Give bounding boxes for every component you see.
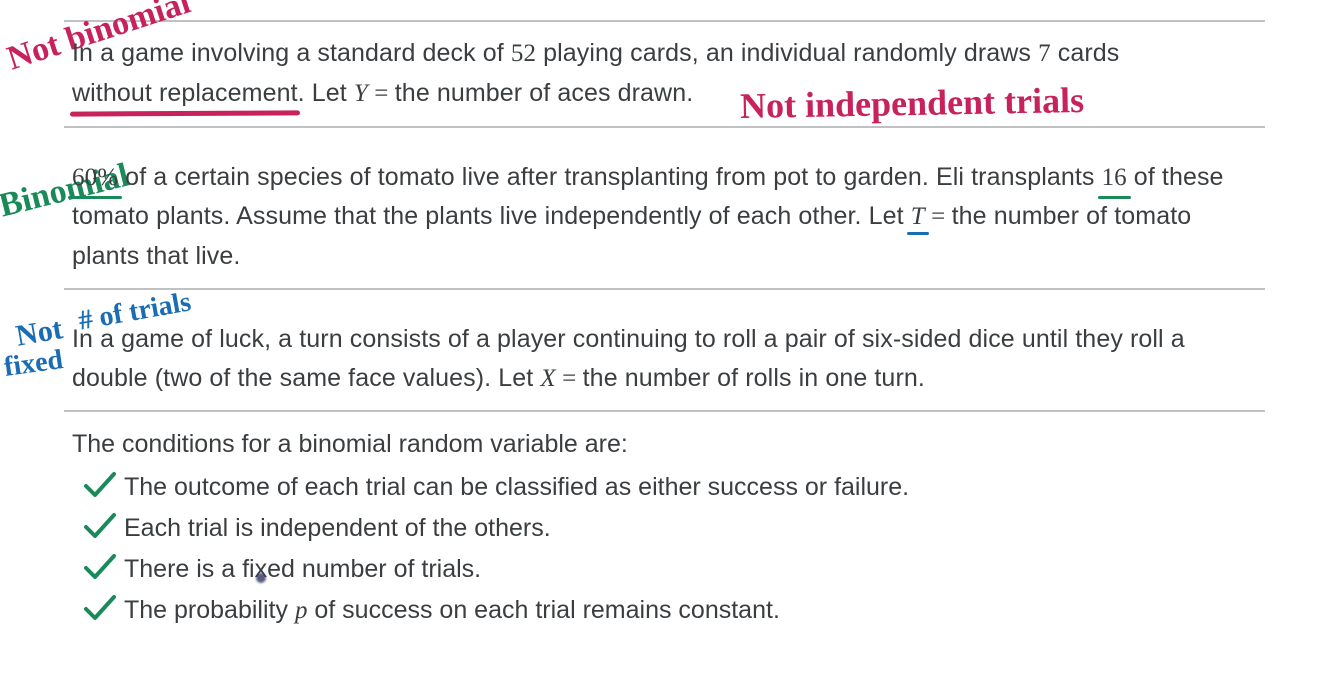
rule bbox=[64, 288, 1265, 290]
problem-1: In a game involving a standard deck of 5… bbox=[64, 22, 1265, 126]
text: . Let bbox=[298, 79, 354, 107]
text: The probability bbox=[124, 596, 295, 624]
check-icon bbox=[84, 594, 116, 622]
math-var: Y bbox=[354, 80, 368, 107]
equals: = bbox=[925, 203, 952, 230]
check-icon bbox=[84, 512, 116, 540]
text: of a certain species of tomato live afte… bbox=[118, 163, 1101, 191]
annotation-fixed: fixed bbox=[2, 344, 65, 384]
text: the number of rolls in one turn. bbox=[583, 364, 925, 392]
worksheet-page: Not binomial Not independent trials Bino… bbox=[0, 0, 1329, 699]
list-item: Each trial is independent of the others. bbox=[124, 508, 1265, 549]
equals: = bbox=[556, 365, 583, 392]
math-var: X bbox=[540, 365, 555, 392]
text: the number of aces drawn. bbox=[395, 79, 694, 107]
percent: 60% bbox=[72, 159, 118, 198]
number: 7 bbox=[1038, 40, 1051, 67]
text: x bbox=[255, 555, 268, 584]
text: ed number of trials. bbox=[267, 555, 481, 583]
number: 16 bbox=[1102, 159, 1127, 198]
text: In a game involving a standard deck of bbox=[72, 39, 511, 67]
conditions-intro: The conditions for a binomial random var… bbox=[64, 412, 1265, 467]
check-icon bbox=[84, 553, 116, 581]
list-item: There is a fixed number of trials. bbox=[124, 549, 1265, 590]
underlined-text: without replacement bbox=[72, 74, 298, 113]
annotation-not: Not bbox=[13, 312, 65, 354]
text: There is a fi bbox=[124, 555, 255, 583]
conditions-list: The outcome of each trial can be classif… bbox=[64, 467, 1265, 631]
text: cards bbox=[1051, 39, 1120, 67]
text: of success on each trial remains constan… bbox=[307, 596, 779, 624]
text: playing cards, an individual randomly dr… bbox=[536, 39, 1038, 67]
text: The outcome of each trial can be classif… bbox=[124, 473, 909, 501]
rule bbox=[64, 126, 1265, 128]
text: Each trial is independent of the others. bbox=[124, 514, 551, 542]
equals: = bbox=[368, 80, 395, 107]
list-item: The probability p of success on each tri… bbox=[124, 590, 1265, 631]
math-var: p bbox=[295, 597, 308, 624]
number: 52 bbox=[511, 40, 536, 67]
check-icon bbox=[84, 471, 116, 499]
problem-2: 60% of a certain species of tomato live … bbox=[64, 146, 1265, 288]
problem-3: In a game of luck, a turn consists of a … bbox=[64, 308, 1265, 411]
math-var: T bbox=[911, 198, 925, 237]
list-item: The outcome of each trial can be classif… bbox=[124, 467, 1265, 508]
